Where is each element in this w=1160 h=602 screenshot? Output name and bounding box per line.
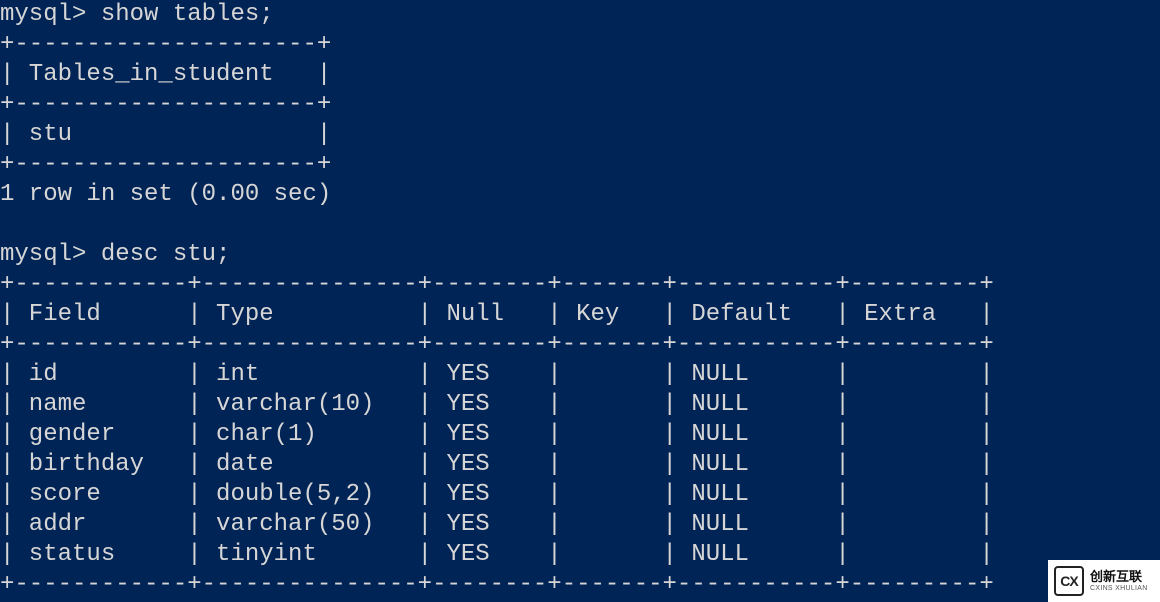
watermark-cn-text: 创新互联	[1090, 570, 1148, 583]
watermark-en-text: CXINS XHULIAN	[1090, 585, 1148, 592]
watermark: CX 创新互联 CXINS XHULIAN	[1048, 560, 1160, 602]
terminal-output: mysql> show tables; +-------------------…	[0, 0, 1160, 600]
watermark-logo-icon: CX	[1054, 566, 1084, 596]
